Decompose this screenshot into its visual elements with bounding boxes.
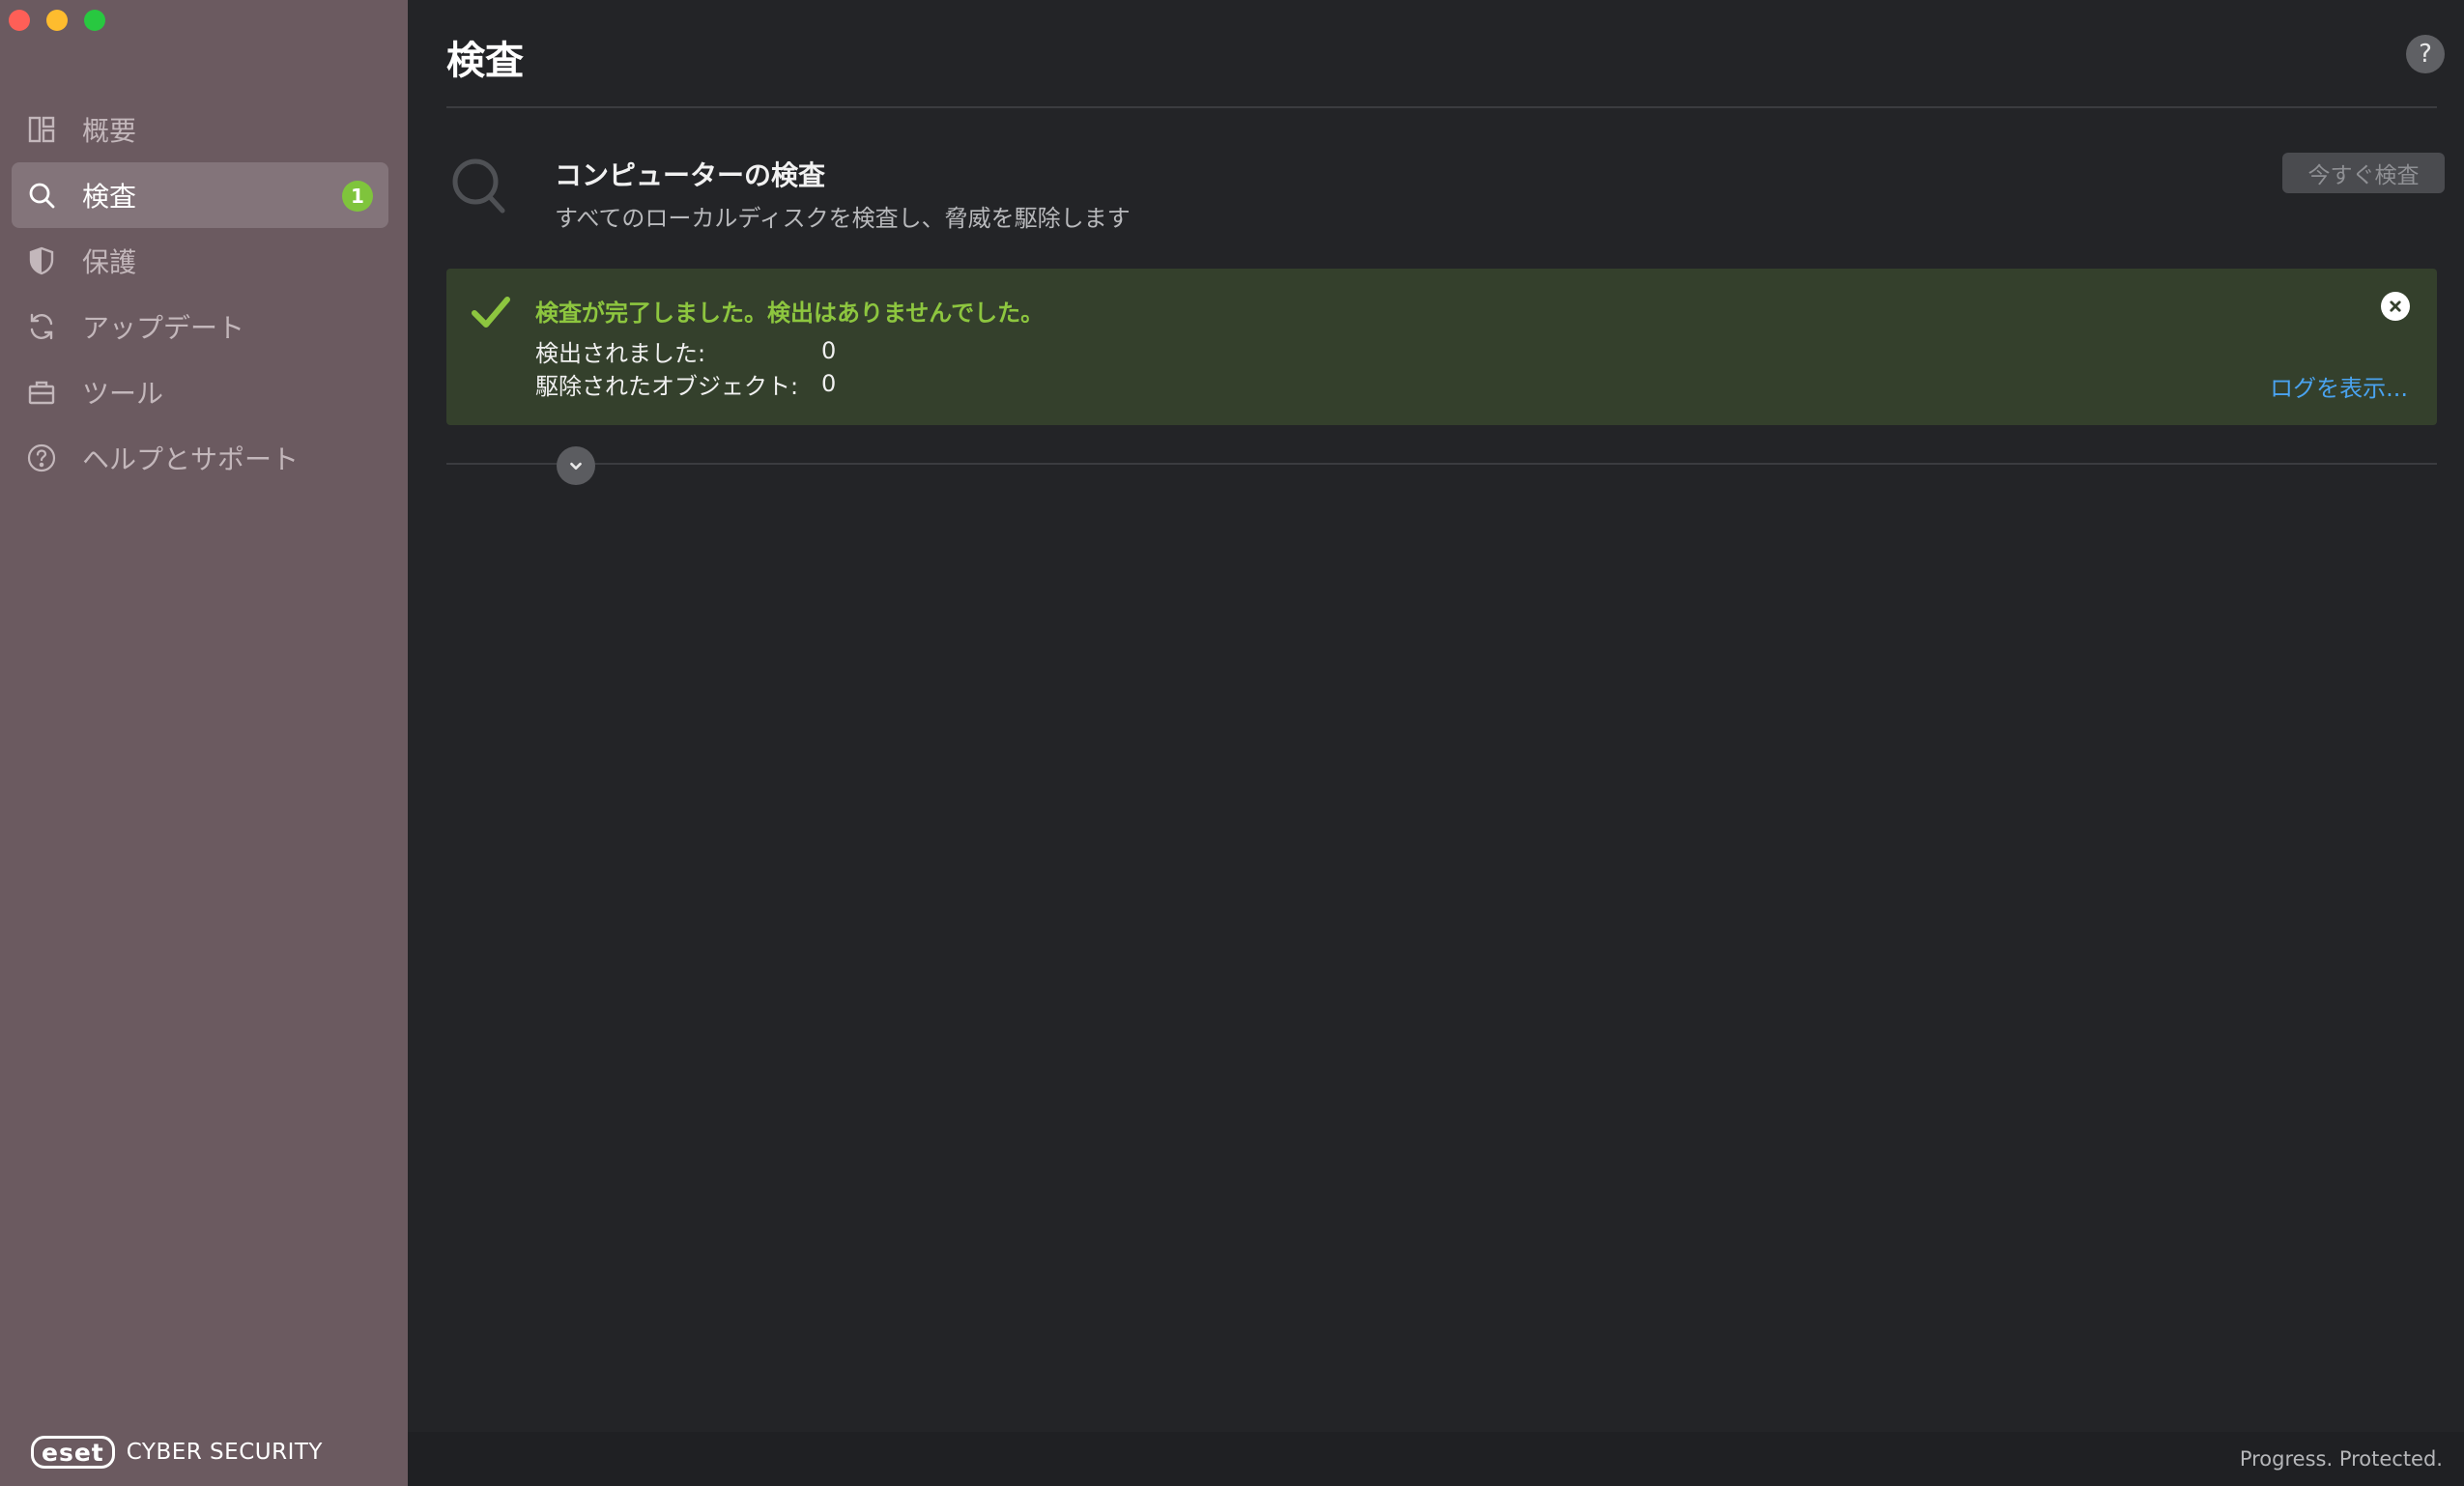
computer-scan-section: コンピューターの検査 すべてのローカルディスクを検査し、脅威を駆除します 今すぐ…	[446, 145, 2445, 242]
main-content: 検査 ? コンピューターの検査 すべてのローカルディスクを検査し、脅威を駆除しま…	[408, 0, 2464, 1486]
sidebar-item-label: ヘルプとサポート	[82, 443, 300, 475]
footer-bar	[408, 1432, 2464, 1486]
help-circle-icon	[24, 441, 59, 475]
help-button[interactable]: ?	[2406, 35, 2445, 73]
sidebar-item-label: 保護	[82, 246, 137, 278]
stat-label: 検出されました:	[535, 339, 706, 367]
sidebar-item-tools[interactable]: ツール	[12, 359, 388, 425]
refresh-icon	[24, 309, 59, 344]
stat-row-cleaned: 駆除されたオブジェクト: 0	[535, 367, 860, 400]
sidebar-item-label: 検査	[82, 181, 137, 213]
scan-now-button[interactable]: 今すぐ検査	[2282, 153, 2445, 193]
page-title: 検査	[446, 39, 524, 83]
tagline: Progress. Protected.	[2239, 1447, 2443, 1471]
magnifier-icon	[452, 158, 505, 214]
stat-label: 駆除されたオブジェクト:	[535, 372, 799, 400]
brand-product-name: CYBER SECURITY	[126, 1440, 323, 1465]
sidebar-item-label: 概要	[82, 115, 137, 147]
window-controls	[9, 10, 105, 31]
sidebar-item-scan[interactable]: 検査 1	[12, 162, 388, 228]
chevron-down-icon	[570, 462, 582, 471]
scan-title: コンピューターの検査	[555, 159, 826, 191]
sidebar-item-overview[interactable]: 概要	[12, 97, 388, 162]
sidebar-nav: 概要 検査 1 保護 アップデート ツール ヘルプとサポート	[12, 97, 388, 491]
dashboard-icon	[24, 112, 59, 147]
sidebar: 概要 検査 1 保護 アップデート ツール ヘルプとサポート eset CYBE…	[0, 0, 408, 1486]
sidebar-item-label: アップデート	[82, 312, 245, 344]
notification-badge: 1	[342, 181, 373, 212]
close-icon	[2390, 300, 2401, 312]
sidebar-item-protection[interactable]: 保護	[12, 228, 388, 294]
show-log-link[interactable]: ログを表示...	[2270, 369, 2408, 403]
shield-icon	[24, 243, 59, 278]
close-result-button[interactable]	[2381, 292, 2410, 321]
expand-button[interactable]	[557, 446, 595, 485]
sidebar-item-update[interactable]: アップデート	[12, 294, 388, 359]
eset-logo: eset	[31, 1436, 115, 1469]
result-stats: 検出されました: 0 駆除されたオブジェクト: 0	[535, 334, 860, 400]
brand: eset CYBER SECURITY	[31, 1436, 323, 1469]
maximize-window-button[interactable]	[84, 10, 105, 31]
stat-value: 0	[821, 370, 837, 397]
stat-value: 0	[821, 337, 837, 364]
header-divider	[446, 106, 2437, 108]
minimize-window-button[interactable]	[46, 10, 68, 31]
sidebar-item-label: ツール	[82, 378, 164, 410]
scan-result-panel: 検査が完了しました。検出はありませんでした。 検出されました: 0 駆除されたオ…	[446, 269, 2437, 425]
checkmark-icon	[472, 297, 510, 328]
result-title: 検査が完了しました。検出はありませんでした。	[535, 300, 1045, 327]
scan-description: すべてのローカルディスクを検査し、脅威を駆除します	[555, 205, 1131, 232]
stat-row-detected: 検出されました: 0	[535, 334, 860, 367]
results-divider	[446, 463, 2437, 465]
app-window: 概要 検査 1 保護 アップデート ツール ヘルプとサポート eset CYBE…	[0, 0, 2464, 1486]
sidebar-item-help[interactable]: ヘルプとサポート	[12, 425, 388, 491]
search-icon	[24, 178, 59, 213]
close-window-button[interactable]	[9, 10, 30, 31]
briefcase-icon	[24, 375, 59, 410]
